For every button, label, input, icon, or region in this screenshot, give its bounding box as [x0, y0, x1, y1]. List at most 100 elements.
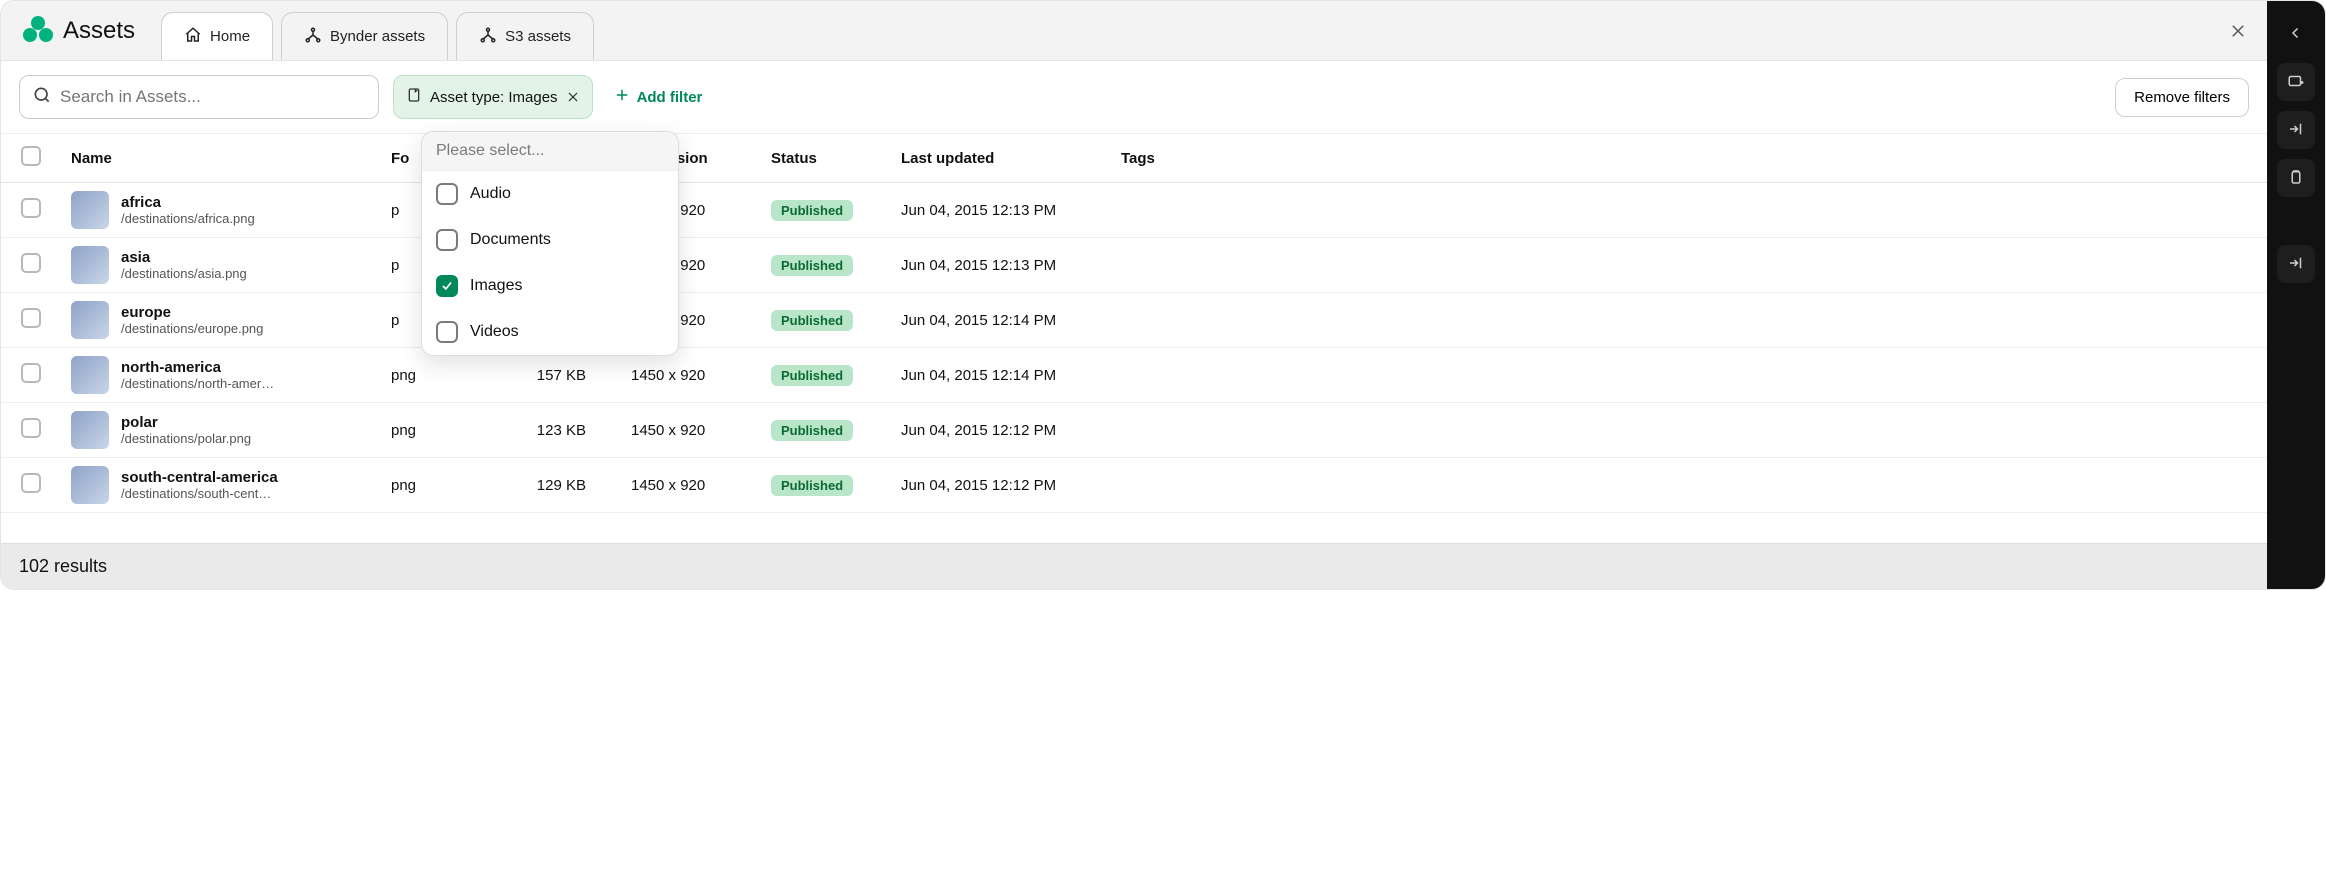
table-row[interactable]: polar/destinations/polar.png png123 KB145… — [1, 403, 2267, 458]
updated-cell: Jun 04, 2015 12:12 PM — [891, 458, 1111, 513]
checkbox-icon[interactable] — [21, 146, 41, 166]
col-header-tags[interactable]: Tags — [1111, 134, 2267, 183]
import-button[interactable] — [2277, 111, 2315, 149]
thumbnail-icon — [71, 301, 109, 339]
name-cell: europe/destinations/europe.png — [71, 301, 371, 339]
updated-cell: Jun 04, 2015 12:13 PM — [891, 183, 1111, 238]
thumbnail-icon — [71, 356, 109, 394]
new-folder-button[interactable] — [2277, 63, 2315, 101]
export-button[interactable] — [2277, 245, 2315, 283]
asset-path: /destinations/asia.png — [121, 266, 247, 281]
dropdown-option[interactable]: Videos — [422, 309, 678, 355]
tab-home[interactable]: Home — [161, 12, 273, 60]
clipboard-icon — [2287, 168, 2305, 189]
results-footer: 102 results — [1, 543, 2267, 589]
tab-strip: Home Bynder assets S3 assets — [153, 1, 594, 60]
filter-chip-label: Asset type: Images — [430, 89, 558, 106]
row-checkbox[interactable] — [21, 198, 41, 218]
tab-s3[interactable]: S3 assets — [456, 12, 594, 60]
asset-name: europe — [121, 304, 263, 321]
checkbox-icon — [436, 275, 458, 297]
tags-cell — [1111, 458, 2267, 513]
asset-name: north-america — [121, 359, 274, 376]
thumbnail-icon — [71, 466, 109, 504]
clear-filter-icon[interactable] — [566, 90, 580, 104]
checkbox-icon — [436, 183, 458, 205]
chevron-left-icon — [2287, 24, 2305, 45]
name-cell: north-america/destinations/north-amer… — [71, 356, 371, 394]
name-cell: polar/destinations/polar.png — [71, 411, 371, 449]
asset-path: /destinations/north-amer… — [121, 376, 274, 391]
col-header-updated[interactable]: Last updated — [891, 134, 1111, 183]
row-checkbox[interactable] — [21, 308, 41, 328]
dropdown-option-label: Videos — [470, 323, 519, 341]
dropdown-option[interactable]: Images — [422, 263, 678, 309]
thumbnail-icon — [71, 411, 109, 449]
updated-cell: Jun 04, 2015 12:13 PM — [891, 238, 1111, 293]
dropdown-option[interactable]: Documents — [422, 217, 678, 263]
top-bar: Assets Home Bynder assets — [1, 1, 2267, 61]
search-input[interactable] — [19, 75, 379, 119]
row-checkbox[interactable] — [21, 363, 41, 383]
note-icon — [406, 87, 422, 107]
status-badge: Published — [771, 310, 853, 331]
add-filter-button[interactable]: Add filter — [607, 78, 709, 116]
tags-cell — [1111, 348, 2267, 403]
name-cell: south-central-america/destinations/south… — [71, 466, 371, 504]
status-badge: Published — [771, 475, 853, 496]
add-filter-label: Add filter — [637, 89, 703, 106]
name-cell: africa/destinations/africa.png — [71, 191, 371, 229]
table-row[interactable]: africa/destinations/africa.pngp1450 x 92… — [1, 183, 2267, 238]
dropdown-option[interactable]: Audio — [422, 171, 678, 217]
search-icon — [32, 85, 52, 109]
search-field[interactable] — [60, 87, 366, 107]
results-count: 102 results — [19, 556, 107, 576]
col-header-check[interactable] — [1, 134, 61, 183]
table-row[interactable]: europe/destinations/europe.pngp1450 x 92… — [1, 293, 2267, 348]
dropdown-option-label: Documents — [470, 231, 551, 249]
brand: Assets — [1, 16, 153, 46]
col-header-name[interactable]: Name — [61, 134, 381, 183]
tags-cell — [1111, 403, 2267, 458]
size-cell: 129 KB — [501, 458, 621, 513]
row-checkbox[interactable] — [21, 418, 41, 438]
row-checkbox[interactable] — [21, 253, 41, 273]
assets-table: Name Fo Dimension Status Last updated Ta… — [1, 134, 2267, 513]
filter-chip-asset-type[interactable]: Asset type: Images — [393, 75, 593, 119]
row-checkbox[interactable] — [21, 473, 41, 493]
col-header-status[interactable]: Status — [761, 134, 891, 183]
status-badge: Published — [771, 255, 853, 276]
dropdown-placeholder[interactable]: Please select... — [422, 132, 678, 171]
updated-cell: Jun 04, 2015 12:12 PM — [891, 403, 1111, 458]
table-row[interactable]: asia/destinations/asia.pngp1450 x 920Pub… — [1, 238, 2267, 293]
tags-cell — [1111, 238, 2267, 293]
tab-bynder[interactable]: Bynder assets — [281, 12, 448, 60]
asset-name: south-central-america — [121, 469, 278, 486]
updated-cell: Jun 04, 2015 12:14 PM — [891, 293, 1111, 348]
tags-cell — [1111, 183, 2267, 238]
dimension-cell: 1450 x 920 — [621, 403, 761, 458]
format-cell: png — [381, 458, 501, 513]
table-row[interactable]: south-central-america/destinations/south… — [1, 458, 2267, 513]
table-area: Name Fo Dimension Status Last updated Ta… — [1, 134, 2267, 543]
clipboard-button[interactable] — [2277, 159, 2315, 197]
dimension-cell: 1450 x 920 — [621, 458, 761, 513]
collapse-rail-button[interactable] — [2277, 15, 2315, 53]
asset-path: /destinations/south-cent… — [121, 486, 278, 501]
dropdown-option-label: Images — [470, 277, 522, 295]
status-badge: Published — [771, 420, 853, 441]
table-row[interactable]: north-america/destinations/north-amer…pn… — [1, 348, 2267, 403]
tab-label: S3 assets — [505, 28, 571, 45]
format-cell: png — [381, 403, 501, 458]
export-icon — [2287, 254, 2305, 275]
updated-cell: Jun 04, 2015 12:14 PM — [891, 348, 1111, 403]
status-badge: Published — [771, 365, 853, 386]
thumbnail-icon — [71, 191, 109, 229]
size-cell: 123 KB — [501, 403, 621, 458]
thumbnail-icon — [71, 246, 109, 284]
remove-filters-button[interactable]: Remove filters — [2115, 78, 2249, 117]
app-window: Assets Home Bynder assets — [0, 0, 2326, 590]
checkbox-icon — [436, 321, 458, 343]
close-icon[interactable] — [2227, 20, 2249, 42]
asset-path: /destinations/polar.png — [121, 431, 251, 446]
